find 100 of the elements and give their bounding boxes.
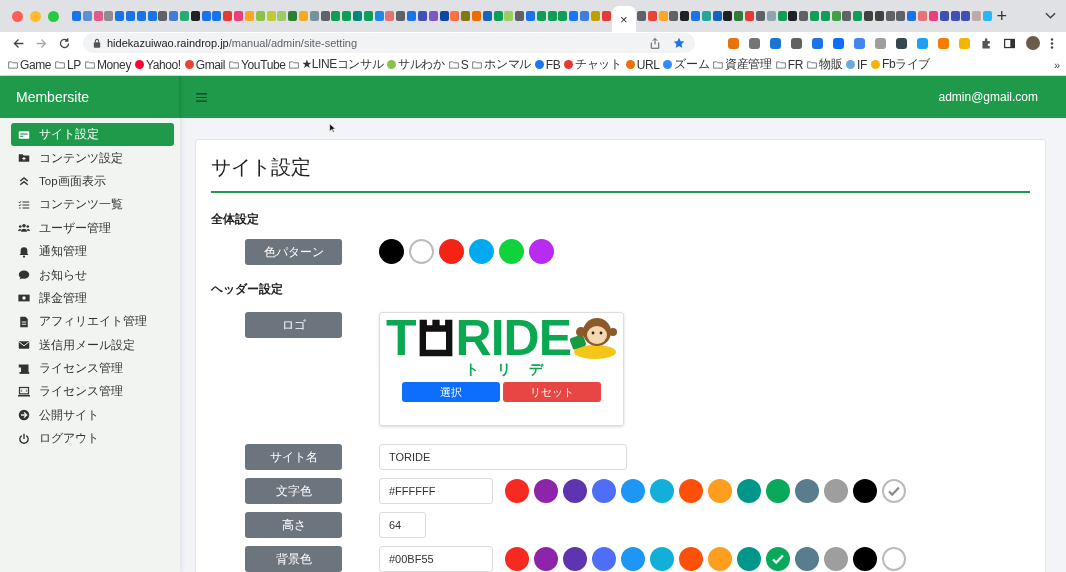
logo-subtitle: トリデ xyxy=(464,360,561,378)
share-icon[interactable] xyxy=(649,37,661,49)
bookmark-link[interactable]: ★LINEコンサル xyxy=(289,56,384,73)
color-swatch[interactable] xyxy=(563,479,587,503)
color-swatch[interactable] xyxy=(592,547,616,571)
folder-icon xyxy=(8,60,18,69)
puzzle-icon[interactable] xyxy=(980,36,993,50)
bookmark-link[interactable]: 資産管理 xyxy=(713,56,772,73)
bookmark-link[interactable]: Yahoo! xyxy=(135,57,181,72)
color-swatch[interactable] xyxy=(650,547,674,571)
bookmark-link[interactable]: IF xyxy=(846,57,867,72)
reload-icon[interactable] xyxy=(58,36,71,50)
height-field[interactable]: 64 xyxy=(379,512,426,538)
more-bookmarks-button[interactable]: » xyxy=(1053,58,1060,71)
bookmark-link[interactable]: FB xyxy=(534,57,561,72)
color-swatch[interactable] xyxy=(708,479,732,503)
sidebar-item[interactable]: ユーザー管理 xyxy=(11,216,174,240)
color-swatch[interactable] xyxy=(534,479,558,503)
color-swatch[interactable] xyxy=(469,239,494,264)
color-swatch[interactable] xyxy=(409,239,434,264)
sidebar-item[interactable]: Top画面表示 xyxy=(11,169,174,194)
new-tab-button[interactable]: + xyxy=(992,5,1011,27)
color-swatch[interactable] xyxy=(499,239,524,264)
sidebar-item[interactable]: サイト設定 xyxy=(11,123,174,147)
color-swatch[interactable] xyxy=(621,547,645,571)
bookmark-link[interactable]: FR xyxy=(775,57,803,72)
color-swatch[interactable] xyxy=(824,547,848,571)
back-arrow-icon[interactable] xyxy=(12,36,25,50)
sidebar-item[interactable]: 課金管理 xyxy=(11,286,174,311)
sidebar-item[interactable]: アフィリエイト管理 xyxy=(11,310,174,334)
color-swatch[interactable] xyxy=(679,547,703,571)
bookmark-link[interactable]: Money xyxy=(84,57,131,72)
extension-icon[interactable] xyxy=(749,37,760,49)
color-swatch[interactable] xyxy=(379,239,404,264)
bookmark-link[interactable]: ズーム xyxy=(663,56,710,73)
address-bar[interactable]: hidekazuiwao.raindrop.jp/manual/admin/site-setting xyxy=(83,33,695,53)
bookmark-link[interactable]: Gmail xyxy=(184,57,226,72)
sidebar-item[interactable]: 通知管理 xyxy=(11,239,174,264)
extension-icon[interactable] xyxy=(812,37,823,49)
extension-icon[interactable] xyxy=(791,37,802,49)
color-swatch[interactable] xyxy=(708,547,732,571)
sidebar-item[interactable]: コンテンツ一覧 xyxy=(11,193,174,217)
field-label: 背景色 xyxy=(245,546,342,572)
color-swatch[interactable] xyxy=(824,479,848,503)
extension-icon[interactable] xyxy=(896,37,907,49)
bookmark-link[interactable]: ホンマル xyxy=(472,56,531,73)
sidebar-item[interactable]: ライセンス管理 xyxy=(11,380,174,404)
bookmark-link[interactable]: YouTube xyxy=(229,57,286,72)
side-panel-icon[interactable] xyxy=(1003,36,1016,50)
forward-arrow-icon[interactable] xyxy=(35,36,48,50)
close-window-icon[interactable] xyxy=(12,10,23,22)
sidebar-item[interactable]: ログアウト xyxy=(11,427,174,451)
logo-text: RIDE xyxy=(455,316,571,360)
more-menu-icon[interactable] xyxy=(1050,36,1054,50)
sidebar-item[interactable]: 送信用メール設定 xyxy=(11,333,174,357)
color-code-field[interactable]: #00BF55 xyxy=(379,546,493,572)
site-name-field[interactable]: TORIDE xyxy=(379,444,627,470)
color-swatch[interactable] xyxy=(882,479,906,503)
color-swatch[interactable] xyxy=(766,479,790,503)
color-swatch[interactable] xyxy=(534,547,558,571)
chevron-down-icon[interactable] xyxy=(1045,12,1056,20)
color-code-field[interactable]: #FFFFFF xyxy=(379,478,493,504)
sidebar-item[interactable]: 公開サイト xyxy=(11,403,174,428)
color-swatch[interactable] xyxy=(679,479,703,503)
color-swatch[interactable] xyxy=(592,479,616,503)
sidebar-item[interactable]: ライセンス管理 xyxy=(11,356,174,381)
browser-tab[interactable]: × xyxy=(611,6,637,32)
bookmark-link[interactable]: サルわか xyxy=(387,56,445,73)
extension-icon[interactable] xyxy=(770,37,781,49)
color-swatch[interactable] xyxy=(882,547,906,571)
color-swatch[interactable] xyxy=(766,547,790,571)
color-swatch[interactable] xyxy=(853,479,877,503)
bookmark-link[interactable]: 物販 xyxy=(806,56,843,73)
select-button[interactable]: 選択 xyxy=(402,382,500,402)
color-swatch[interactable] xyxy=(650,479,674,503)
color-swatch[interactable] xyxy=(621,479,645,503)
color-swatch[interactable] xyxy=(737,479,761,503)
reset-button[interactable]: リセット xyxy=(503,382,601,402)
bookmark-link[interactable]: URL xyxy=(625,57,660,72)
color-swatch[interactable] xyxy=(505,547,529,571)
menu-icon[interactable] xyxy=(196,92,207,102)
folder-icon xyxy=(472,60,483,69)
color-swatch[interactable] xyxy=(795,479,819,503)
star-icon[interactable] xyxy=(673,37,685,49)
color-swatch[interactable] xyxy=(529,239,554,264)
sidebar-item[interactable]: お知らせ xyxy=(11,263,174,287)
avatar[interactable] xyxy=(1026,36,1040,50)
extension-icon[interactable] xyxy=(833,37,844,49)
color-swatch[interactable] xyxy=(737,547,761,571)
sidebar-item[interactable]: コンテンツ設定 xyxy=(11,146,174,170)
bookmark-link[interactable]: チャット xyxy=(564,56,622,73)
bookmark-link[interactable]: S xyxy=(448,57,469,72)
color-swatch[interactable] xyxy=(563,547,587,571)
bookmark-link[interactable]: Game xyxy=(8,57,52,72)
color-swatch[interactable] xyxy=(853,547,877,571)
color-swatch[interactable] xyxy=(505,479,529,503)
color-swatch[interactable] xyxy=(795,547,819,571)
color-swatch[interactable] xyxy=(439,239,464,264)
bookmark-link[interactable]: Fbライブ xyxy=(871,56,930,73)
bookmark-link[interactable]: LP xyxy=(55,57,81,72)
